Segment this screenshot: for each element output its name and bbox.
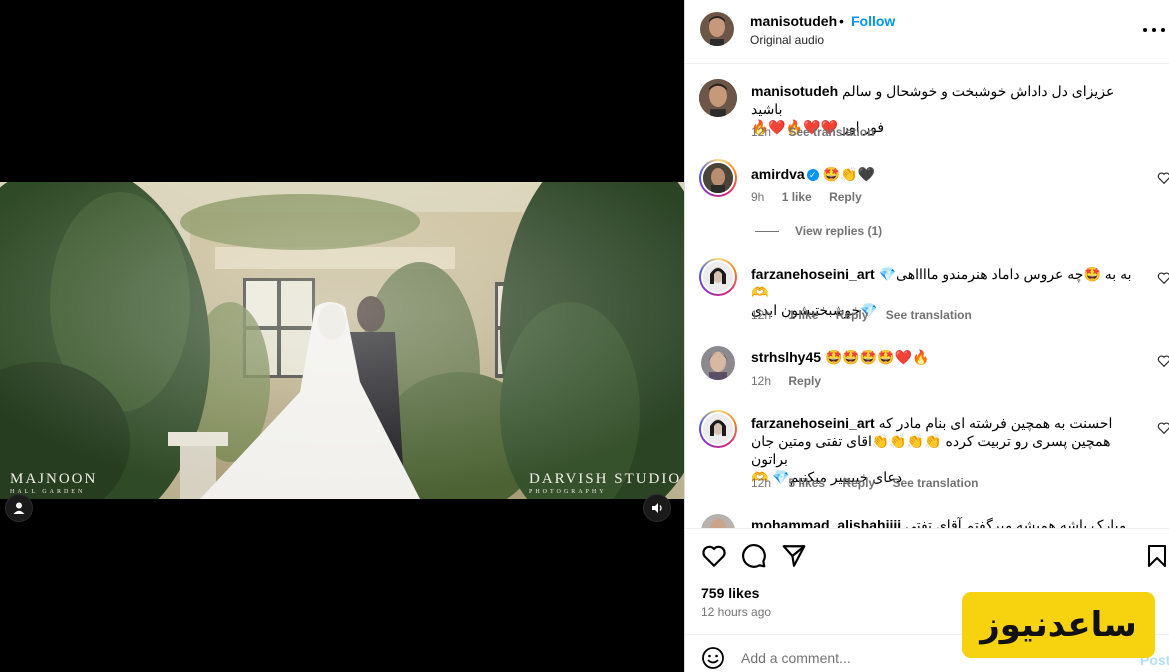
reply-button[interactable]: Reply — [829, 190, 862, 204]
comment-line-1: احسنت به همچین فرشته ای بنام مادر که — [878, 415, 1113, 431]
profile-photo — [701, 514, 735, 528]
avatar[interactable] — [699, 159, 737, 197]
comment-body: 🤩🤩🤩🤩❤️🔥 — [824, 349, 930, 365]
post-actions-bar — [685, 528, 1169, 580]
comment-time: 12h — [751, 476, 772, 490]
more-options-icon[interactable] — [1143, 20, 1165, 40]
comment-body: مبارک باشه همیشه میرگفتم آقای تفتی — [905, 517, 1127, 528]
verified-badge-icon: ✓ — [806, 169, 819, 182]
avatar[interactable] — [699, 410, 737, 448]
comments-list[interactable]: manisotudeh عزیزای دل داداش خوشبخت و خوش… — [685, 65, 1169, 528]
see-translation-link[interactable]: See translation — [892, 476, 978, 490]
send-icon[interactable] — [781, 543, 807, 569]
like-comment-heart-icon[interactable] — [1157, 354, 1169, 368]
comment-username[interactable]: farzanehoseini_art — [751, 415, 875, 431]
comment-line-2: همچین پسری رو تربیت کرده 👏👏👏👏اقای تفتی و… — [751, 433, 1111, 467]
caption-time: 12h — [751, 125, 772, 139]
comment-username[interactable]: strhslhy45 — [751, 349, 821, 365]
profile-photo — [703, 163, 733, 193]
see-translation-link[interactable]: See translation — [886, 308, 972, 322]
comment-time: 12h — [751, 308, 772, 322]
post-details-pane: manisotudeh • Follow Original audio mani… — [684, 0, 1169, 672]
watermark-right-title: DARVISH STUDIO — [529, 471, 682, 487]
comment-meta: 9h 1 like Reply — [751, 190, 876, 204]
video-player[interactable]: MAJNOON HALL GARDEN DARVISH STUDIO PHOTO… — [0, 182, 684, 499]
comment-meta: 12h 5 likes Reply See translation — [751, 476, 992, 490]
divider-line — [755, 231, 779, 233]
watermark-majnoon: MAJNOON HALL GARDEN — [10, 471, 98, 496]
comment-body: 🤩👏🖤 — [822, 166, 875, 182]
like-comment-heart-icon[interactable] — [1157, 421, 1169, 435]
profile-photo — [703, 414, 733, 444]
avatar[interactable] — [699, 79, 737, 117]
avatar[interactable] — [701, 514, 735, 528]
comment-text: amirdva ✓ 🤩👏🖤 — [751, 165, 1141, 183]
view-replies-button[interactable]: View replies (1) — [755, 224, 882, 238]
profile-photo — [701, 346, 735, 380]
avatar[interactable] — [701, 346, 735, 380]
comment-likes[interactable]: 1 like — [788, 308, 818, 322]
view-replies-label: View replies (1) — [795, 224, 883, 238]
like-comment-heart-icon[interactable] — [1157, 271, 1169, 285]
comment-likes[interactable]: 1 like — [782, 190, 812, 204]
comment-icon[interactable] — [741, 543, 767, 569]
reply-button[interactable]: Reply — [842, 476, 875, 490]
emoji-icon[interactable] — [701, 646, 725, 670]
bookmark-icon[interactable] — [1145, 543, 1169, 569]
comment-text: mohammad_alishahiiii مبارک باشه همیشه می… — [751, 516, 1141, 528]
mute-button[interactable] — [643, 494, 671, 522]
post-header: manisotudeh • Follow Original audio — [685, 0, 1169, 64]
avatar[interactable] — [700, 12, 734, 46]
reply-button[interactable]: Reply — [836, 308, 869, 322]
caption-meta: 12h See translation — [751, 125, 888, 139]
original-audio-link[interactable]: Original audio — [750, 33, 824, 47]
comment-meta: 12h Reply — [751, 374, 835, 388]
caption-username[interactable]: manisotudeh — [751, 83, 838, 99]
comment-username[interactable]: amirdva — [751, 166, 805, 182]
heart-icon[interactable] — [701, 543, 727, 569]
badge-text: ساعدنیوز — [980, 605, 1137, 645]
post-author-username[interactable]: manisotudeh — [750, 13, 837, 29]
comment-meta: 12h 1 like Reply See translation — [751, 308, 986, 322]
watermark-left-title: MAJNOON — [10, 471, 98, 487]
media-pane: MAJNOON HALL GARDEN DARVISH STUDIO PHOTO… — [0, 0, 684, 672]
comment-likes[interactable]: 5 likes — [788, 476, 825, 490]
site-watermark-badge: ساعدنیوز — [962, 592, 1155, 658]
tagged-users-button[interactable] — [5, 494, 33, 522]
profile-photo — [699, 79, 737, 117]
avatar[interactable] — [699, 258, 737, 296]
user-icon — [13, 502, 25, 514]
comment-username[interactable]: farzanehoseini_art — [751, 266, 875, 282]
like-comment-heart-icon[interactable] — [1157, 171, 1169, 185]
likes-count[interactable]: 759 likes — [701, 585, 759, 601]
post-timestamp[interactable]: 12 hours ago — [701, 605, 771, 619]
separator-dot: • — [839, 13, 844, 29]
comment-time: 9h — [751, 190, 765, 204]
speaker-icon — [652, 503, 662, 513]
reply-button[interactable]: Reply — [788, 374, 821, 388]
follow-button[interactable]: Follow — [851, 13, 895, 29]
see-translation-link[interactable]: See translation — [788, 125, 874, 139]
watermark-darvish-studio: DARVISH STUDIO PHOTOGRAPHY — [529, 471, 682, 496]
comment-time: 12h — [751, 374, 772, 388]
profile-photo — [703, 262, 733, 292]
comment-username[interactable]: mohammad_alishahiiii — [751, 517, 901, 528]
wedding-video-frame — [0, 182, 684, 499]
profile-photo — [700, 12, 734, 46]
comment-text: strhslhy45 🤩🤩🤩🤩❤️🔥 — [751, 348, 1141, 366]
